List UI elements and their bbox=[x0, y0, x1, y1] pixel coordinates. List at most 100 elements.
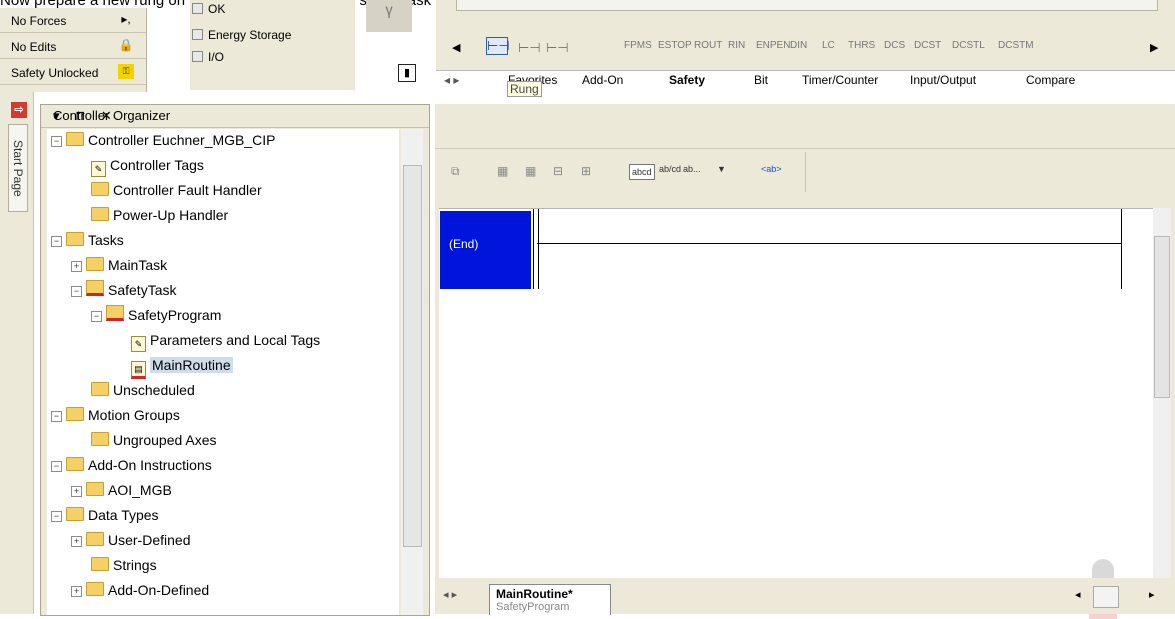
scroll-left-icon[interactable]: ◂ bbox=[1075, 588, 1081, 601]
expand-icon[interactable]: + bbox=[71, 261, 82, 272]
branch-level-button[interactable]: ⊢⊣ bbox=[546, 40, 569, 56]
tree-user-defined[interactable]: + User-Defined bbox=[71, 529, 190, 551]
edits-status[interactable]: No Edits 🔒 bbox=[0, 34, 146, 59]
collapse-icon[interactable]: − bbox=[51, 136, 62, 147]
start-page-icon[interactable]: ⇨ bbox=[11, 102, 27, 118]
organizer-window-controls[interactable]: ▾ ⊓ ✕ bbox=[53, 108, 421, 124]
instr-dcst[interactable]: DCST bbox=[914, 40, 941, 51]
collapse-icon[interactable]: − bbox=[71, 286, 82, 297]
collapse-icon[interactable]: − bbox=[51, 461, 62, 472]
instr-rout[interactable]: ROUT bbox=[694, 40, 722, 51]
ladder-hscroll-thumb[interactable] bbox=[1093, 586, 1119, 608]
edit-toolbar-icon-5[interactable]: ⊞ bbox=[581, 164, 591, 178]
expand-icon[interactable]: + bbox=[71, 536, 82, 547]
edit-toolbar-icon-4[interactable]: ⊟ bbox=[553, 164, 563, 178]
ab-dropdown[interactable]: ab... bbox=[683, 164, 701, 174]
status-checks: OK Energy Storage I/O bbox=[190, 0, 355, 90]
tree-controller[interactable]: − Controller Euchner_MGB_CIP bbox=[51, 129, 276, 151]
ladder-horizontal-scrollbar[interactable]: ◂ ▸ bbox=[1069, 584, 1169, 608]
tab-timer-counter[interactable]: Timer/Counter bbox=[802, 73, 878, 87]
editor-header bbox=[435, 104, 1175, 149]
instr-din[interactable]: DIN bbox=[790, 40, 807, 51]
ladder-canvas[interactable]: (End) bbox=[439, 208, 1153, 619]
edit-toolbar-icon-1[interactable]: ⧉ bbox=[451, 164, 460, 179]
instr-lc[interactable]: LC bbox=[822, 40, 835, 51]
right-arrow-icon[interactable]: ▶ bbox=[1150, 41, 1158, 54]
expand-icon[interactable]: + bbox=[71, 586, 82, 597]
tree-tasks[interactable]: − Tasks bbox=[51, 229, 124, 251]
tab-safety[interactable]: Safety bbox=[669, 73, 705, 87]
ok-check: OK bbox=[192, 2, 225, 16]
tree-unscheduled[interactable]: Unscheduled bbox=[91, 379, 195, 401]
folder-icon bbox=[91, 382, 109, 396]
tree-ungrouped-axes[interactable]: Ungrouped Axes bbox=[91, 429, 217, 451]
rung-button[interactable]: ⊢⊣ bbox=[486, 37, 510, 55]
tree-power-up-handler[interactable]: Power-Up Handler bbox=[91, 204, 228, 226]
collapse-icon[interactable]: − bbox=[91, 311, 102, 322]
tree-motion-groups[interactable]: − Motion Groups bbox=[51, 404, 180, 426]
scroll-right-icon[interactable]: ▸ bbox=[1149, 588, 1155, 601]
organizer-tree: − Controller Euchner_MGB_CIP ✎ Controller … bbox=[47, 129, 399, 615]
tree-safety-program[interactable]: − SafetyProgram bbox=[91, 304, 221, 326]
tree-fault-handler[interactable]: Controller Fault Handler bbox=[91, 179, 262, 201]
ab-cd-button[interactable]: ab/cd bbox=[659, 164, 681, 174]
tab-bit[interactable]: Bit bbox=[754, 73, 768, 87]
rung-tooltip: Rung bbox=[507, 81, 542, 97]
instr-rin[interactable]: RIN bbox=[728, 40, 745, 51]
ladder-scroll-thumb[interactable] bbox=[1154, 236, 1170, 398]
instruction-row: ◀ ⊢⊣ ⊢⊣ ⊢⊣ FPMS ESTOP ROUT RIN ENPEN DIN… bbox=[436, 36, 1175, 60]
expand-icon[interactable]: + bbox=[71, 486, 82, 497]
forces-status[interactable]: No Forces ▸, bbox=[0, 8, 146, 33]
status-panel: No Forces ▸, No Edits 🔒 Safety Unlocked … bbox=[0, 8, 147, 92]
collapse-icon[interactable]: − bbox=[51, 411, 62, 422]
safety-status[interactable]: Safety Unlocked ⚿ bbox=[0, 60, 146, 85]
instr-thrs[interactable]: THRS bbox=[848, 40, 875, 51]
edit-toolbar-icon-2[interactable]: ▦ bbox=[497, 164, 508, 178]
instr-dcstl[interactable]: DCSTL bbox=[952, 40, 985, 51]
edit-toolbar-icon-3[interactable]: ▦ bbox=[525, 164, 536, 178]
tabs-left-arrow-icon[interactable]: ◂ ▸ bbox=[444, 73, 459, 87]
routine-tabs-arrows-icon[interactable]: ◂ ▸ bbox=[443, 588, 457, 601]
safety-task-icon bbox=[86, 280, 104, 296]
io-check: I/O bbox=[192, 50, 224, 64]
instr-fpms[interactable]: FPMS bbox=[624, 40, 652, 51]
tree-add-on-instructions[interactable]: − Add-On Instructions bbox=[51, 454, 212, 476]
folder-icon bbox=[91, 207, 109, 221]
instr-enpen[interactable]: ENPEN bbox=[756, 40, 790, 51]
tag-button[interactable]: <ab> bbox=[761, 164, 782, 174]
instr-dcstm[interactable]: DCSTM bbox=[998, 40, 1034, 51]
tree-controller-tags[interactable]: ✎ Controller Tags bbox=[91, 154, 204, 177]
tree-parameters-local-tags[interactable]: ✎ Parameters and Local Tags bbox=[131, 329, 320, 352]
branch-button[interactable]: ⊢⊣ bbox=[518, 40, 541, 56]
collapse-icon[interactable]: − bbox=[51, 236, 62, 247]
start-page-tab[interactable]: Start Page bbox=[8, 124, 28, 212]
dock-icon[interactable]: ▮ bbox=[398, 64, 416, 82]
instr-estop[interactable]: ESTOP bbox=[658, 40, 692, 51]
abcd-button[interactable]: abcd bbox=[629, 164, 655, 180]
ab-dropdown-chevron-down-icon[interactable]: ▼ bbox=[717, 164, 726, 174]
collapse-icon[interactable]: − bbox=[51, 511, 62, 522]
organizer-scroll-thumb[interactable] bbox=[403, 165, 422, 547]
end-rung[interactable]: (End) bbox=[440, 211, 531, 289]
tab-input-output[interactable]: Input/Output bbox=[910, 73, 976, 87]
folder-icon bbox=[66, 232, 84, 246]
tree-main-task[interactable]: + MainTask bbox=[71, 254, 167, 276]
tree-safety-task[interactable]: − SafetyTask bbox=[71, 279, 176, 301]
forces-dropdown-icon[interactable]: ▸, bbox=[118, 12, 134, 27]
ladder-vertical-scrollbar[interactable] bbox=[1153, 208, 1171, 578]
tree-aoi-mgb[interactable]: + AOI_MGB bbox=[71, 479, 172, 501]
tree-strings[interactable]: Strings bbox=[91, 554, 157, 576]
tab-compare[interactable]: Compare bbox=[1026, 73, 1075, 87]
tree-main-routine[interactable]: ▤ MainRoutine bbox=[131, 354, 233, 379]
routine-tab[interactable]: MainRoutine* SafetyProgram bbox=[489, 584, 611, 615]
edits-lock-icon: 🔒 bbox=[118, 38, 134, 52]
organizer-scrollbar[interactable] bbox=[401, 129, 423, 615]
tree-data-types[interactable]: − Data Types bbox=[51, 504, 159, 526]
toolbar-edge bbox=[456, 0, 1158, 11]
filter-button[interactable]: ᵞ bbox=[366, 0, 412, 32]
tab-add-on[interactable]: Add-On bbox=[582, 73, 623, 87]
instr-dcs[interactable]: DCS bbox=[884, 40, 905, 51]
tree-add-on-defined[interactable]: + Add-On-Defined bbox=[71, 579, 209, 601]
io-label: I/O bbox=[208, 50, 225, 64]
left-arrow-icon[interactable]: ◀ bbox=[452, 41, 460, 54]
